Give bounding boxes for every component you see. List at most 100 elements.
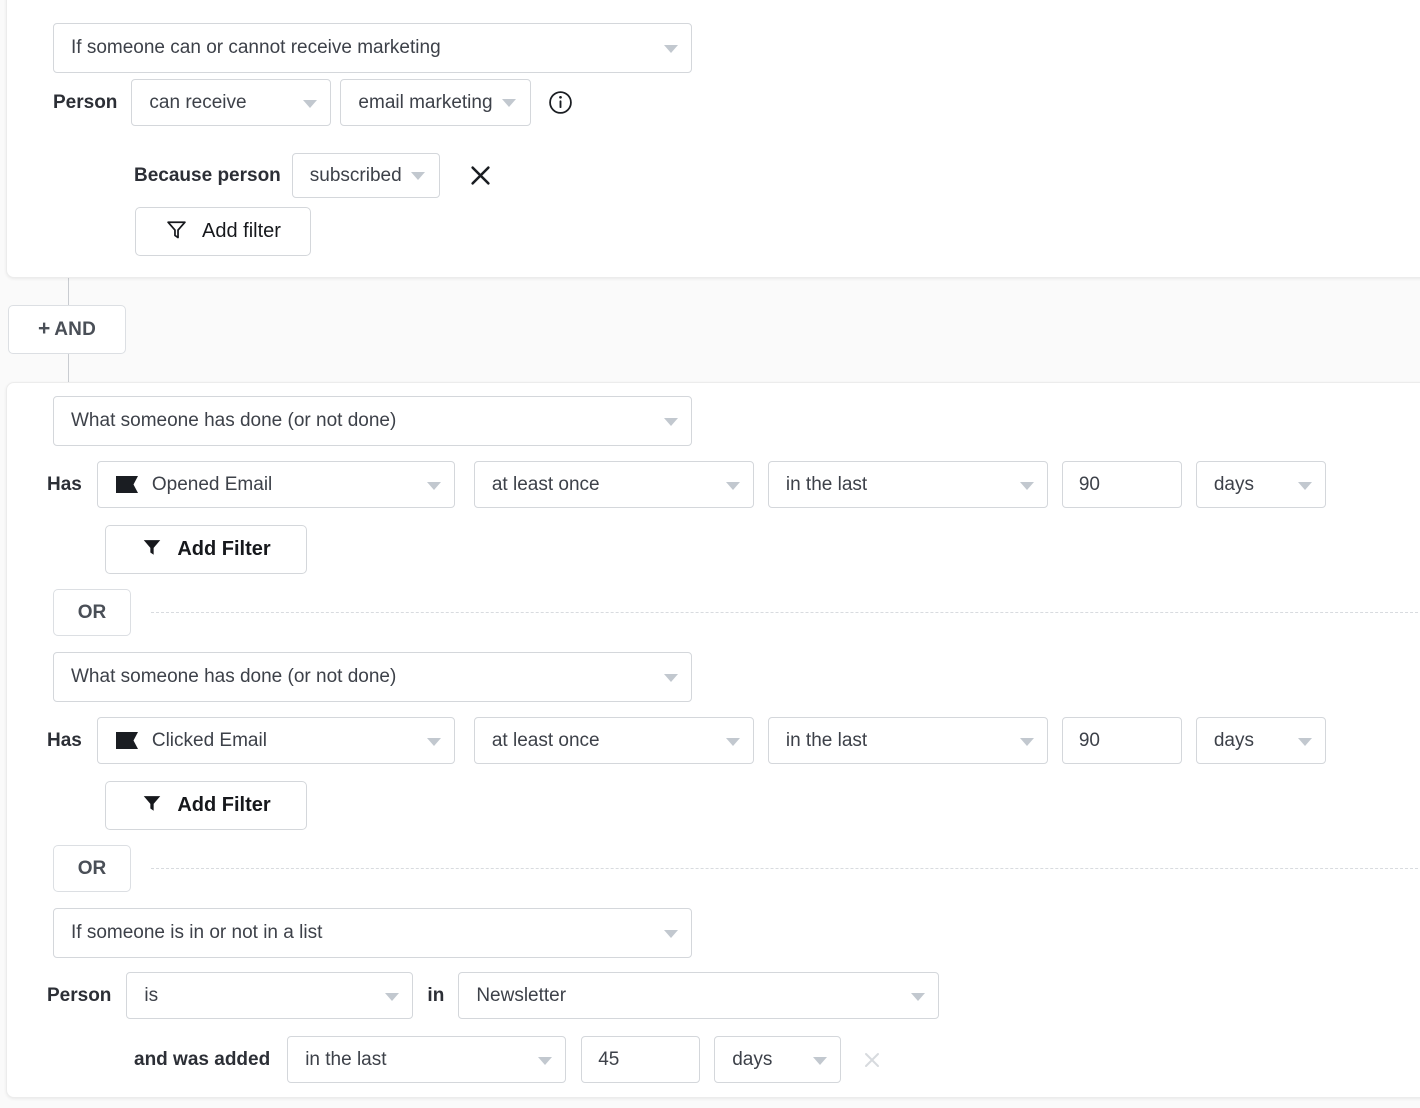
unit-value: days: [1213, 473, 1254, 495]
chevron-down-icon: [664, 418, 678, 426]
add-filter-label: Add Filter: [177, 538, 271, 560]
frequency-select-opened[interactable]: at least once: [473, 461, 754, 508]
and-was-added-label: and was added: [134, 1048, 271, 1070]
frequency-value: at least once: [491, 473, 600, 495]
has-clicked-email-row: Has Clicked Email at least once in the l…: [47, 717, 1326, 764]
chevron-down-icon: [664, 674, 678, 682]
and-was-added-row: and was added in the last 45 days: [134, 1036, 887, 1083]
amount-input-opened[interactable]: 90: [1061, 461, 1182, 508]
added-timeframe-value: in the last: [305, 1048, 387, 1070]
metric-value: Opened Email: [151, 473, 273, 495]
can-receive-select[interactable]: can receive: [131, 79, 332, 126]
can-receive-value: can receive: [149, 91, 247, 113]
chevron-down-icon: [426, 481, 441, 490]
chevron-down-icon: [1297, 481, 1312, 490]
subscribed-reason-value: subscribed: [309, 164, 402, 186]
person-marketing-row: Person can receive email marketing: [53, 79, 574, 126]
chevron-down-icon: [1297, 737, 1312, 746]
amount-value: 90: [1078, 473, 1100, 495]
metric-select-opened-email[interactable]: Opened Email: [96, 461, 455, 508]
add-filter-label: Add filter: [202, 220, 281, 242]
metric-value: Clicked Email: [151, 729, 267, 751]
flag-icon: [115, 731, 139, 750]
info-icon[interactable]: [548, 90, 574, 116]
in-preposition-label: in: [427, 984, 445, 1006]
added-timeframe-select[interactable]: in the last: [287, 1036, 567, 1083]
marketing-channel-select[interactable]: email marketing: [340, 79, 531, 126]
filter-solid-icon: [141, 536, 163, 563]
condition-type-value: If someone can or cannot receive marketi…: [71, 37, 441, 58]
add-filter-button-opened[interactable]: Add Filter: [105, 525, 307, 574]
metric-select-clicked-email[interactable]: Clicked Email: [96, 717, 455, 764]
unit-value: days: [1213, 729, 1254, 751]
chevron-down-icon: [1019, 737, 1034, 746]
chevron-down-icon: [303, 99, 318, 108]
added-amount-value: 45: [598, 1048, 620, 1070]
marketing-channel-value: email marketing: [358, 91, 493, 113]
chevron-down-icon: [426, 737, 441, 746]
or-button[interactable]: OR: [53, 589, 131, 636]
list-name-select[interactable]: Newsletter: [458, 972, 940, 1019]
chevron-down-icon: [911, 992, 926, 1001]
add-filter-label: Add Filter: [177, 794, 271, 816]
filter-outline-icon: [165, 218, 188, 246]
added-amount-input[interactable]: 45: [581, 1036, 701, 1083]
or-dashed-line: [151, 868, 1420, 869]
condition-type-select-opened[interactable]: What someone has done (or not done): [53, 396, 692, 446]
condition-group-marketing: If someone can or cannot receive marketi…: [6, 0, 1420, 278]
chevron-down-icon: [385, 992, 400, 1001]
chevron-down-icon: [813, 1056, 828, 1065]
condition-type-value: What someone has done (or not done): [71, 666, 397, 687]
or-divider-1: OR: [53, 589, 1420, 636]
chevron-down-icon: [538, 1056, 553, 1065]
remove-added-filter-button[interactable]: [857, 1045, 887, 1075]
list-name-value: Newsletter: [476, 984, 567, 1006]
person-in-list-row: Person is in Newsletter: [47, 972, 940, 1019]
chevron-down-icon: [1019, 481, 1034, 490]
condition-group-behavior: What someone has done (or not done) Has …: [6, 382, 1420, 1098]
add-filter-button-clicked[interactable]: Add Filter: [105, 781, 307, 830]
flag-icon: [115, 475, 139, 494]
condition-type-select-clicked[interactable]: What someone has done (or not done): [53, 652, 692, 702]
added-unit-select[interactable]: days: [714, 1036, 842, 1083]
condition-type-select-marketing[interactable]: If someone can or cannot receive marketi…: [53, 23, 692, 73]
frequency-value: at least once: [491, 729, 600, 751]
chevron-down-icon: [664, 45, 678, 53]
because-person-label: Because person: [134, 164, 281, 186]
chevron-down-icon: [725, 481, 740, 490]
chevron-down-icon: [664, 930, 678, 938]
remove-reason-button[interactable]: [466, 161, 496, 191]
timeframe-value: in the last: [785, 473, 868, 495]
has-label: Has: [47, 473, 82, 495]
or-button[interactable]: OR: [53, 845, 131, 892]
or-dashed-line: [151, 612, 1420, 613]
because-person-row: Because person subscribed: [134, 153, 496, 198]
subscribed-reason-select[interactable]: subscribed: [291, 153, 440, 198]
chevron-down-icon: [501, 98, 516, 107]
timeframe-select-clicked[interactable]: in the last: [767, 717, 1048, 764]
add-and-condition-button[interactable]: + AND: [8, 305, 126, 354]
list-operator-value: is: [144, 984, 159, 1006]
segment-builder-canvas: If someone can or cannot receive marketi…: [0, 0, 1420, 1108]
filter-solid-icon: [141, 792, 163, 819]
plus-icon: +: [37, 317, 51, 340]
list-operator-select[interactable]: is: [126, 972, 414, 1019]
unit-select-opened[interactable]: days: [1195, 461, 1326, 508]
timeframe-select-opened[interactable]: in the last: [767, 461, 1048, 508]
added-unit-value: days: [732, 1048, 773, 1070]
amount-value: 90: [1078, 729, 1100, 751]
has-label: Has: [47, 729, 82, 751]
add-filter-button-marketing[interactable]: Add filter: [135, 207, 311, 256]
frequency-select-clicked[interactable]: at least once: [473, 717, 754, 764]
condition-type-select-list[interactable]: If someone is in or not in a list: [53, 908, 692, 958]
chevron-down-icon: [410, 171, 425, 180]
or-divider-2: OR: [53, 845, 1420, 892]
amount-input-clicked[interactable]: 90: [1061, 717, 1182, 764]
unit-select-clicked[interactable]: days: [1195, 717, 1326, 764]
person-label: Person: [53, 91, 118, 113]
has-opened-email-row: Has Opened Email at least once in the la…: [47, 461, 1326, 508]
and-label: AND: [54, 318, 97, 340]
condition-type-value: What someone has done (or not done): [71, 410, 397, 431]
condition-type-value: If someone is in or not in a list: [71, 922, 323, 943]
timeframe-value: in the last: [785, 729, 868, 751]
